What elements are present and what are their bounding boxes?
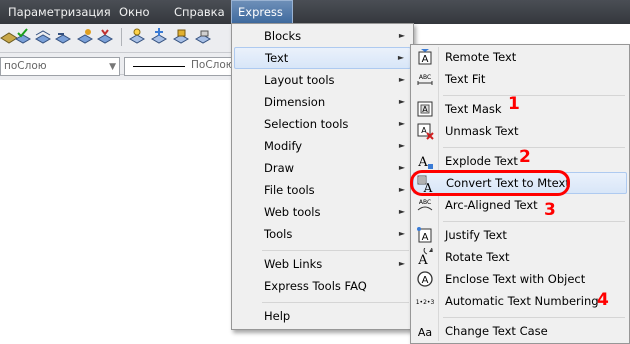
justify-text-icon: A bbox=[417, 227, 432, 243]
menu-item-change-text-case[interactable]: Aa Change Text Case bbox=[413, 320, 627, 342]
unmask-text-icon: A bbox=[417, 123, 434, 140]
submenu-arrow-icon: ► bbox=[397, 53, 404, 62]
menu-help[interactable]: Справка bbox=[168, 0, 231, 24]
explode-text-icon: A bbox=[417, 155, 433, 170]
submenu-arrow-icon: ► bbox=[398, 259, 405, 268]
menu-separator bbox=[443, 317, 625, 318]
menu-item-arc-aligned-text[interactable]: ABC Arc-Aligned Text bbox=[413, 194, 627, 216]
linetype-combo-value: ПоСлою bbox=[191, 59, 235, 71]
menu-item-tools[interactable]: Tools ► bbox=[234, 223, 411, 245]
submenu-arrow-icon: ► bbox=[398, 75, 405, 84]
linetype-combo[interactable]: ПоСлою bbox=[124, 57, 235, 76]
submenu-arrow-icon: ► bbox=[398, 141, 405, 150]
submenu-arrow-icon: ► bbox=[398, 97, 405, 106]
submenu-arrow-icon: ► bbox=[398, 185, 405, 194]
menu-item-selection-tools[interactable]: Selection tools ► bbox=[234, 113, 411, 135]
svg-text:Aa: Aa bbox=[418, 326, 432, 339]
menu-item-remote-text[interactable]: A Remote Text bbox=[413, 46, 627, 68]
svg-text:1•2•3: 1•2•3 bbox=[416, 299, 434, 306]
menu-item-dimension[interactable]: Dimension ► bbox=[234, 91, 411, 113]
layer-combo-value: поСлою bbox=[4, 60, 47, 72]
svg-text:ABC: ABC bbox=[419, 199, 431, 206]
annotation-number: 1 bbox=[508, 94, 520, 114]
layer-unlock-icon[interactable] bbox=[194, 27, 212, 45]
text-numbering-icon: 1•2•3 bbox=[416, 299, 434, 306]
menu-item-justify-text[interactable]: A Justify Text bbox=[413, 224, 627, 246]
svg-text:ABC: ABC bbox=[419, 74, 431, 81]
menu-window[interactable]: Окно bbox=[113, 0, 156, 24]
arc-aligned-text-icon: ABC bbox=[417, 199, 433, 211]
change-case-icon: Aa bbox=[418, 326, 432, 339]
enclose-text-icon: A bbox=[417, 271, 433, 287]
layer-iso-icon[interactable] bbox=[96, 27, 114, 45]
annotation-number: 2 bbox=[519, 147, 531, 167]
chevron-down-icon: ▼ bbox=[109, 62, 116, 72]
svg-text:A: A bbox=[417, 253, 428, 266]
menu-item-enclose-text[interactable]: A Enclose Text with Object bbox=[413, 268, 627, 290]
menu-item-automatic-text-numbering[interactable]: 1•2•3 Automatic Text Numbering bbox=[413, 290, 627, 312]
menu-item-text-mask[interactable]: A Text Mask bbox=[413, 98, 627, 120]
menu-item-unmask-text[interactable]: A Unmask Text bbox=[413, 120, 627, 142]
menu-express[interactable]: Express bbox=[231, 0, 293, 24]
menu-item-help[interactable]: Help bbox=[234, 305, 411, 327]
menu-parametrization[interactable]: Параметризация bbox=[2, 0, 117, 24]
menu-item-express-tools-faq[interactable]: Express Tools FAQ bbox=[234, 275, 411, 297]
layer-combo[interactable]: поСлою ▼ bbox=[0, 57, 120, 76]
menu-item-layout-tools[interactable]: Layout tools ► bbox=[234, 69, 411, 91]
menu-item-draw[interactable]: Draw ► bbox=[234, 157, 411, 179]
annotation-number: 4 bbox=[597, 290, 609, 310]
rotate-text-icon: A bbox=[417, 248, 433, 266]
submenu-arrow-icon: ► bbox=[398, 163, 405, 172]
submenu-arrow-icon: ► bbox=[398, 31, 405, 40]
layer-off-icon[interactable] bbox=[128, 27, 146, 45]
submenu-arrow-icon: ► bbox=[398, 229, 405, 238]
layer-state-icon[interactable] bbox=[34, 27, 52, 45]
menu-separator bbox=[443, 221, 625, 222]
svg-text:A: A bbox=[422, 232, 429, 243]
layer-freeze-icon[interactable] bbox=[150, 27, 168, 45]
text-fit-icon: ABC bbox=[417, 74, 433, 85]
toolbar-separator bbox=[0, 52, 234, 53]
submenu-arrow-icon: ► bbox=[398, 119, 405, 128]
layer-check-icon[interactable] bbox=[14, 27, 32, 45]
svg-text:A: A bbox=[422, 54, 429, 65]
menu-item-rotate-text[interactable]: A Rotate Text bbox=[413, 246, 627, 268]
menu-item-text-fit[interactable]: ABC Text Fit bbox=[413, 68, 627, 90]
svg-text:A: A bbox=[422, 275, 429, 286]
layer-walk-icon[interactable] bbox=[76, 27, 94, 45]
layer-lock-icon[interactable] bbox=[172, 27, 190, 45]
menu-separator bbox=[443, 147, 625, 148]
layer-prev-icon[interactable] bbox=[54, 27, 72, 45]
text-mask-icon: A bbox=[417, 101, 433, 117]
menu-separator bbox=[262, 250, 409, 251]
menu-separator bbox=[443, 95, 625, 96]
menu-item-web-links[interactable]: Web Links ► bbox=[234, 253, 411, 275]
menu-item-web-tools[interactable]: Web tools ► bbox=[234, 201, 411, 223]
submenu-arrow-icon: ► bbox=[398, 207, 405, 216]
menu-item-file-tools[interactable]: File tools ► bbox=[234, 179, 411, 201]
remote-text-icon: A bbox=[418, 49, 432, 65]
menu-separator bbox=[262, 302, 409, 303]
svg-text:A: A bbox=[417, 155, 428, 170]
highlight-ring bbox=[410, 170, 570, 196]
express-menu: Blocks ► Text ► Layout tools ► Dimension ► S… bbox=[231, 23, 414, 330]
line-sample bbox=[133, 66, 185, 67]
app-menubar: Параметризация Окно Справка Express bbox=[0, 0, 630, 24]
svg-text:A: A bbox=[422, 105, 428, 114]
drawing-canvas[interactable] bbox=[0, 80, 234, 344]
menu-item-text[interactable]: Text ► bbox=[234, 47, 411, 69]
toolbar-divider bbox=[121, 28, 122, 46]
annotation-number: 3 bbox=[544, 200, 556, 220]
menu-item-modify[interactable]: Modify ► bbox=[234, 135, 411, 157]
menu-item-blocks[interactable]: Blocks ► bbox=[234, 25, 411, 47]
